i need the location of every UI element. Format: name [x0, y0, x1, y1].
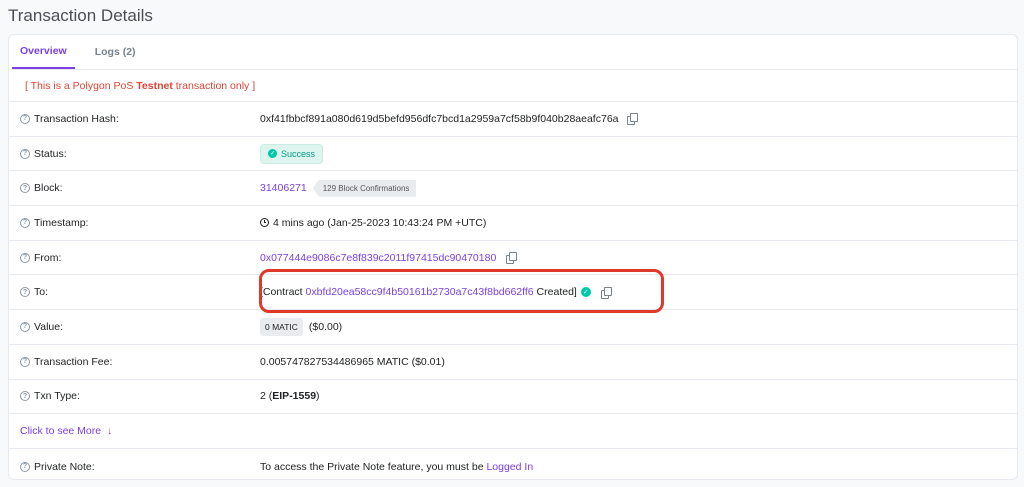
label-block: Block: — [34, 182, 63, 195]
label-from: From: — [34, 251, 62, 264]
value-usd: ($0.00) — [308, 320, 343, 333]
help-icon[interactable]: ? — [20, 461, 30, 472]
notice-bold: Testnet — [136, 79, 173, 92]
label-timestamp: Timestamp: — [34, 216, 89, 229]
transaction-hash-value: 0xf41fbbcf891a080d619d5befd956dfc7bcd1a2… — [260, 112, 619, 125]
help-icon[interactable]: ? — [20, 321, 30, 332]
check-circle-icon: ✓ — [268, 149, 277, 159]
txn-type-suffix: ) — [316, 390, 320, 403]
txn-type-prefix: 2 ( — [260, 390, 273, 403]
notice-suffix: transaction only ] — [172, 79, 256, 92]
row-transaction-hash: ? Transaction Hash: 0xf41fbbcf891a080d619… — [9, 102, 1017, 137]
to-prefix: [Contract — [260, 286, 306, 299]
help-icon[interactable]: ? — [20, 356, 30, 367]
label-to: To: — [34, 286, 49, 299]
row-block: ? Block: 31406271 129 Block Confirmations — [9, 171, 1017, 207]
click-to-see-more-link[interactable]: Click to see More — [20, 425, 101, 437]
testnet-notice: [ This is a Polygon PoS Testnet transact… — [9, 70, 1017, 102]
label-status: Status: — [34, 147, 67, 160]
tab-bar: Overview Logs (2) — [9, 35, 1017, 70]
row-value: ? Value: 0 MATIC ($0.00) — [9, 310, 1017, 345]
help-icon[interactable]: ? — [20, 113, 30, 124]
arrow-down-icon[interactable]: ↓ — [107, 426, 112, 437]
row-timestamp: ? Timestamp: 4 mins ago (Jan-25-2023 10:4… — [9, 206, 1017, 241]
row-status: ? Status: ✓ Success — [9, 137, 1017, 172]
transaction-fee-value: 0.005747827534486965 MATIC ($0.01) — [260, 355, 445, 368]
contract-address-link[interactable]: 0xbfd20ea58cc9f4b50161b2730a7c43f8bd662f… — [306, 286, 534, 298]
status-badge: ✓ Success — [260, 143, 324, 164]
label-transaction-hash: Transaction Hash: — [34, 112, 119, 125]
notice-prefix: [ This is a Polygon PoS — [25, 79, 137, 92]
row-from: ? From: 0x077444e9086c7e8f839c2011f97415d… — [9, 241, 1017, 276]
help-icon[interactable]: ? — [20, 217, 30, 228]
label-private-note: Private Note: — [34, 460, 95, 473]
value-amount-badge: 0 MATIC — [260, 317, 303, 336]
page-title: Transaction Details — [8, 6, 153, 25]
row-to: ? To: [Contract 0xbfd20ea58cc9f4b50161b27… — [9, 269, 1017, 314]
timestamp-value: 4 mins ago (Jan-25-2023 10:43:24 PM +UTC… — [273, 216, 487, 229]
label-value: Value: — [34, 320, 63, 333]
click-to-see-more-row: Click to see More ↓ — [9, 414, 1017, 450]
label-txn-type: Txn Type: — [34, 390, 80, 403]
transaction-card: Overview Logs (2) [ This is a Polygon Po… — [8, 34, 1018, 480]
txn-type-bold: EIP-1559 — [272, 390, 317, 403]
clock-icon — [260, 218, 269, 228]
private-note-text: To access the Private Note feature, you … — [260, 460, 487, 473]
help-icon[interactable]: ? — [20, 183, 30, 194]
copy-icon[interactable] — [626, 113, 638, 126]
label-transaction-fee: Transaction Fee: — [34, 355, 113, 368]
verified-check-icon: ✓ — [580, 287, 591, 298]
logged-in-link[interactable]: Logged In — [486, 461, 533, 473]
row-transaction-fee: ? Transaction Fee: 0.005747827534486965 M… — [9, 345, 1017, 380]
tab-logs[interactable]: Logs (2) — [87, 35, 144, 69]
copy-icon[interactable] — [506, 252, 518, 265]
help-icon[interactable]: ? — [20, 391, 30, 402]
block-number-link[interactable]: 31406271 — [260, 182, 307, 194]
status-text: Success — [281, 148, 316, 159]
copy-icon[interactable] — [600, 286, 612, 299]
to-suffix: Created] — [533, 286, 577, 299]
row-private-note: ? Private Note: To access the Private Not… — [9, 449, 1017, 484]
help-icon[interactable]: ? — [20, 148, 30, 159]
row-txn-type: ? Txn Type: 2 (EIP-1559) — [9, 380, 1017, 415]
from-address-link[interactable]: 0x077444e9086c7e8f839c2011f97415dc904701… — [260, 252, 496, 264]
help-icon[interactable]: ? — [20, 287, 30, 298]
block-confirmations-badge: 129 Block Confirmations — [312, 179, 417, 197]
tab-overview[interactable]: Overview — [12, 35, 75, 69]
help-icon[interactable]: ? — [20, 252, 30, 263]
